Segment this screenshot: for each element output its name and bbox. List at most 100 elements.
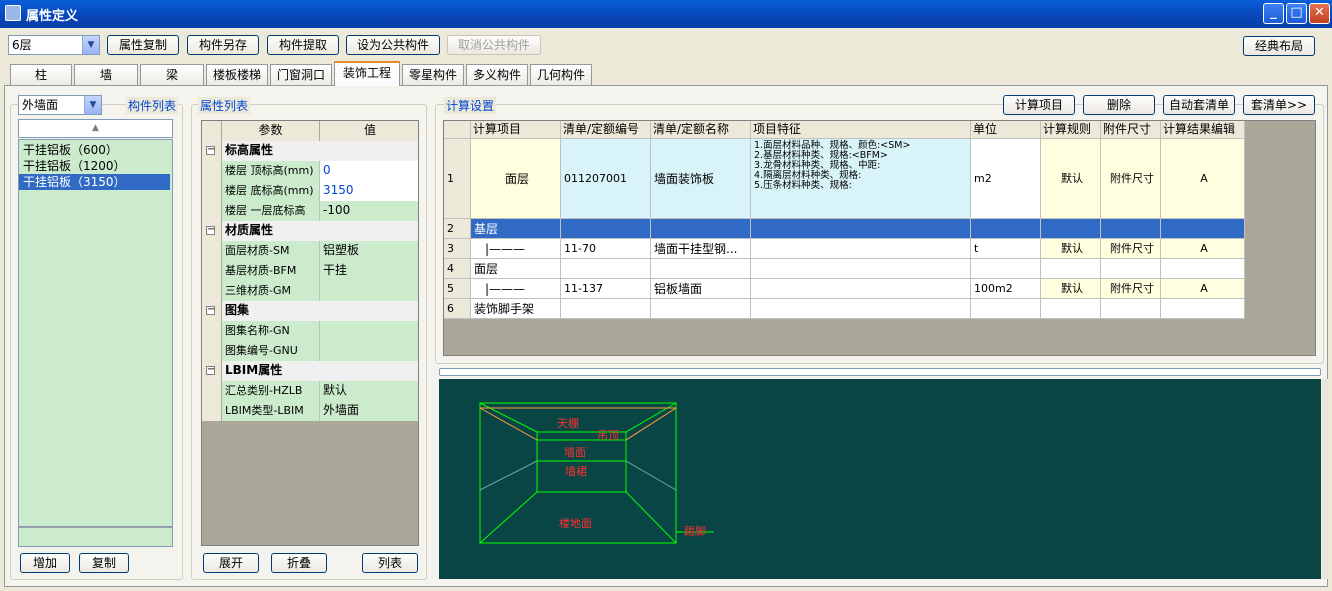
list-item-selected[interactable]: 干挂铝板（3150）	[19, 174, 170, 190]
grid-cell-unit[interactable]: 100m2	[971, 279, 1041, 299]
grid-cell-result[interactable]: A	[1161, 239, 1245, 259]
grid-cell-code[interactable]	[561, 219, 651, 239]
grid-cell-unit[interactable]: m2	[971, 139, 1041, 219]
set-public-component-button[interactable]: 设为公共构件	[346, 35, 440, 55]
tab-wall[interactable]: 墙	[74, 64, 138, 85]
collapse-toggle-icon[interactable]: −	[202, 361, 222, 381]
grid-cell-size[interactable]: 附件尺寸	[1101, 239, 1161, 259]
grid-cell-rule[interactable]	[1041, 219, 1101, 239]
attr-value[interactable]	[320, 341, 418, 361]
grid-cell-unit[interactable]: t	[971, 239, 1041, 259]
grid-cell-size[interactable]	[1101, 299, 1161, 319]
grid-cell-code[interactable]: 11-137	[561, 279, 651, 299]
scroll-up-icon[interactable]: ▲	[92, 123, 99, 133]
grid-cell-item[interactable]: |———	[471, 239, 561, 259]
grid-cell-code[interactable]: 011207001	[561, 139, 651, 219]
grid-cell-feature[interactable]	[751, 219, 971, 239]
grid-cell-item[interactable]: 装饰脚手架	[471, 299, 561, 319]
attr-value[interactable]: 0	[320, 161, 418, 181]
grid-cell-name[interactable]: 墙面干挂型钢...	[651, 239, 751, 259]
attr-value[interactable]: 3150	[320, 181, 418, 201]
grid-cell-feature[interactable]	[751, 259, 971, 279]
grid-cell-feature[interactable]	[751, 279, 971, 299]
grid-cell-unit[interactable]	[971, 219, 1041, 239]
attr-row[interactable]: 图集名称-GN	[202, 321, 418, 341]
delete-button[interactable]: 删除	[1083, 95, 1155, 115]
minimize-button[interactable]: _	[1263, 3, 1284, 24]
tab-multi-component[interactable]: 多义构件	[466, 64, 528, 85]
component-type-select[interactable]: 外墙面 ▼	[18, 95, 102, 115]
grid-cell-rule[interactable]	[1041, 299, 1101, 319]
attr-group-row[interactable]: − 标高属性	[202, 141, 418, 161]
grid-cell-feature[interactable]	[751, 239, 971, 259]
grid-cell-result[interactable]	[1161, 299, 1245, 319]
add-button[interactable]: 增加	[20, 553, 70, 573]
grid-cell-feature[interactable]	[751, 299, 971, 319]
extract-component-button[interactable]: 构件提取	[267, 35, 339, 55]
collapse-toggle-icon[interactable]: −	[202, 301, 222, 321]
collapse-toggle-icon[interactable]: −	[202, 221, 222, 241]
grid-cell-rule[interactable]: 默认	[1041, 139, 1101, 219]
collapse-button[interactable]: 折叠	[271, 553, 327, 573]
minus-icon[interactable]: −	[206, 305, 215, 315]
grid-cell-code[interactable]	[561, 299, 651, 319]
copy-attr-button[interactable]: 属性复制	[107, 35, 179, 55]
attr-row[interactable]: 楼层 一层底标高 -100	[202, 201, 418, 221]
attr-group-row[interactable]: − 图集	[202, 301, 418, 321]
tab-column[interactable]: 柱	[10, 64, 72, 85]
attr-row[interactable]: 面层材质-SM 铝塑板	[202, 241, 418, 261]
grid-cell-result[interactable]: A	[1161, 139, 1245, 219]
classic-layout-button[interactable]: 经典布局	[1243, 36, 1315, 56]
grid-cell-name[interactable]: 墙面装饰板	[651, 139, 751, 219]
attr-value[interactable]: 铝塑板	[320, 241, 418, 261]
list-item[interactable]: 干挂铝板（600）	[19, 142, 172, 158]
chevron-down-icon[interactable]: ▼	[82, 36, 99, 54]
grid-cell-result[interactable]: A	[1161, 279, 1245, 299]
attr-value[interactable]: 干挂	[320, 261, 418, 281]
grid-cell-item[interactable]: 面层	[471, 259, 561, 279]
grid-cell-rule[interactable]: 默认	[1041, 279, 1101, 299]
grid-cell-size[interactable]	[1101, 259, 1161, 279]
tab-misc-component[interactable]: 零星构件	[402, 64, 464, 85]
attr-value[interactable]	[320, 321, 418, 341]
save-component-as-button[interactable]: 构件另存	[187, 35, 259, 55]
tab-geometry-component[interactable]: 几何构件	[530, 64, 592, 85]
attr-group-row[interactable]: − LBIM属性	[202, 361, 418, 381]
grid-cell-unit[interactable]	[971, 299, 1041, 319]
grid-cell-code[interactable]	[561, 259, 651, 279]
attr-value[interactable]: 默认	[320, 381, 418, 401]
attr-row[interactable]: 楼层 底标高(mm) 3150	[202, 181, 418, 201]
attr-row[interactable]: LBIM类型-LBIM 外墙面	[202, 401, 418, 421]
grid-cell-name[interactable]: 铝板墙面	[651, 279, 751, 299]
close-button[interactable]: ✕	[1309, 3, 1330, 24]
grid-cell-size[interactable]: 附件尺寸	[1101, 279, 1161, 299]
tab-door-window[interactable]: 门窗洞口	[270, 64, 332, 85]
grid-cell-name[interactable]	[651, 219, 751, 239]
grid-cell-item[interactable]: 面层	[471, 139, 561, 219]
grid-cell-result[interactable]	[1161, 219, 1245, 239]
expand-button[interactable]: 展开	[203, 553, 259, 573]
collapse-toggle-icon[interactable]: −	[202, 141, 222, 161]
grid-cell-feature[interactable]: 1.面层材料品种、规格、颜色:<SM> 2.基层材料种类、规格:<BFM> 3.龙骨…	[751, 139, 971, 219]
grid-cell-size[interactable]	[1101, 219, 1161, 239]
auto-apply-bill-button[interactable]: 自动套清单	[1163, 95, 1235, 115]
grid-cell-size[interactable]: 附件尺寸	[1101, 139, 1161, 219]
attr-value[interactable]: -100	[320, 201, 418, 221]
copy-button[interactable]: 复制	[79, 553, 129, 573]
grid-cell-item[interactable]: |———	[471, 279, 561, 299]
tab-decoration[interactable]: 装饰工程	[334, 61, 400, 86]
minus-icon[interactable]: −	[206, 365, 215, 375]
floor-select[interactable]: 6层 ▼	[8, 35, 100, 55]
maximize-button[interactable]: □	[1286, 3, 1307, 24]
attr-group-row[interactable]: − 材质属性	[202, 221, 418, 241]
calc-item-button[interactable]: 计算项目	[1003, 95, 1075, 115]
grid-cell-name[interactable]	[651, 259, 751, 279]
minus-icon[interactable]: −	[206, 145, 215, 155]
attr-value[interactable]	[320, 281, 418, 301]
list-button[interactable]: 列表	[362, 553, 418, 573]
tab-slab-stair[interactable]: 楼板楼梯	[206, 64, 268, 85]
attr-row[interactable]: 图集编号-GNU	[202, 341, 418, 361]
canvas-scrollbar[interactable]	[1322, 379, 1328, 579]
chevron-down-icon[interactable]: ▼	[84, 96, 101, 114]
grid-cell-name[interactable]	[651, 299, 751, 319]
